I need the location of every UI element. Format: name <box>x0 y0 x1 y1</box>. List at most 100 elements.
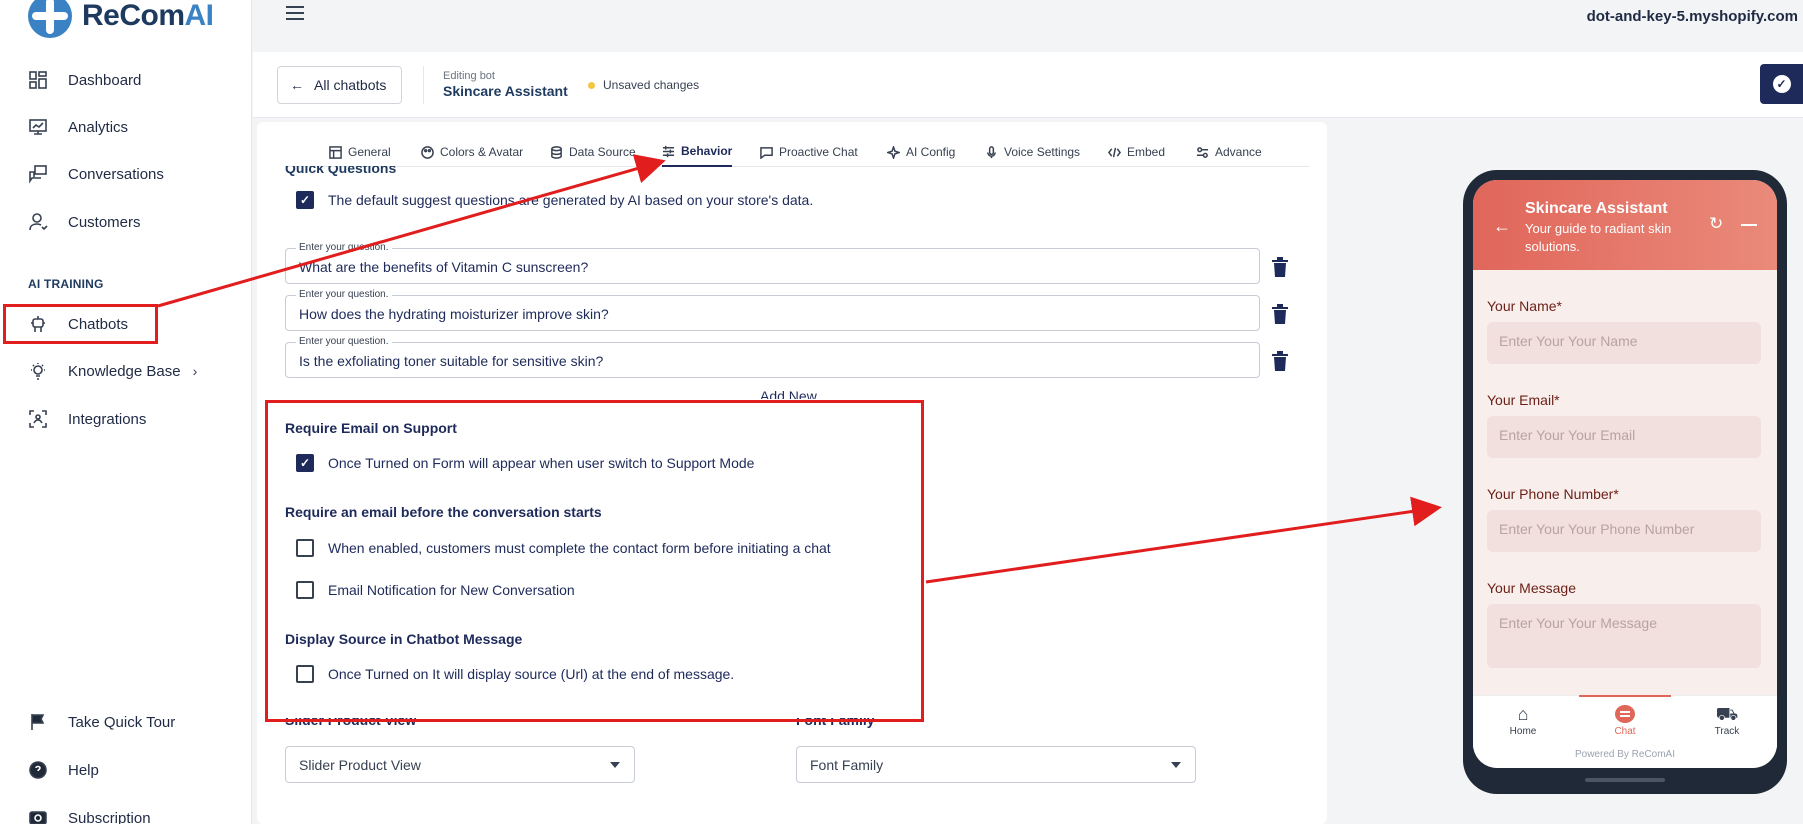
sliders-icon <box>662 145 675 157</box>
sidebar-item-chatbots[interactable]: Chatbots <box>28 312 128 336</box>
question-value: Is the exfoliating toner suitable for se… <box>299 353 604 369</box>
sidebar-item-label: Customers <box>68 213 141 231</box>
sidebar-item-subscription[interactable]: Subscription <box>28 806 151 824</box>
name-field-label: Your Name* <box>1487 298 1562 314</box>
flag-icon <box>31 714 45 730</box>
default-questions-checkbox[interactable]: ✓ <box>296 191 314 209</box>
sidebar-item-customers[interactable]: Customers <box>28 210 141 234</box>
tab-advance[interactable]: Advance <box>1196 137 1262 167</box>
email-notification-checkbox-row[interactable]: Email Notification for New Conversation <box>296 581 575 599</box>
menu-icon[interactable] <box>286 6 304 24</box>
phone-input[interactable]: Enter Your Your Phone Number <box>1487 510 1761 552</box>
unsaved-label: Unsaved changes <box>603 78 700 92</box>
tab-embed[interactable]: Embed <box>1108 137 1165 167</box>
message-input[interactable]: Enter Your Your Message <box>1487 604 1761 668</box>
all-chatbots-label: All chatbots <box>314 77 387 93</box>
powered-by: Powered By ReComAI <box>1574 749 1676 760</box>
integrations-icon <box>29 410 47 428</box>
default-questions-checkbox-row[interactable]: ✓ The default suggest questions are gene… <box>296 191 813 209</box>
question-field-3[interactable]: Enter your question. Is the exfoliating … <box>285 336 1260 378</box>
email-field-label: Your Email* <box>1487 392 1560 408</box>
check-circle-icon: ✓ <box>1772 75 1791 93</box>
question-field-label: Enter your question. <box>296 242 392 253</box>
sidebar-item-integrations[interactable]: Integrations <box>28 407 146 431</box>
status-dot-icon <box>588 81 595 89</box>
question-value: What are the benefits of Vitamin C sunsc… <box>299 259 589 275</box>
email-input[interactable]: Enter Your Your Email <box>1487 416 1761 458</box>
sidebar-item-analytics[interactable]: Analytics <box>28 115 128 139</box>
refresh-icon[interactable]: ↻ <box>1709 214 1723 234</box>
tab-behavior[interactable]: Behavior <box>662 137 733 167</box>
header-divider <box>423 66 424 104</box>
chat-icon <box>1575 702 1675 726</box>
save-button[interactable]: ✓ <box>1760 64 1803 104</box>
chevron-right-icon[interactable]: › <box>193 363 198 379</box>
slider-product-view-select[interactable]: Slider Product View <box>285 746 635 783</box>
chevron-down-icon <box>610 762 620 768</box>
delete-question-3-button[interactable] <box>1272 351 1288 371</box>
slider-product-view-value: Slider Product View <box>299 756 421 773</box>
require-email-before-chat-title: Require an email before the conversation… <box>285 504 602 520</box>
pre-chat-form-label: When enabled, customers must complete th… <box>328 540 831 556</box>
question-value: How does the hydrating moisturizer impro… <box>299 306 609 322</box>
question-field-1[interactable]: Enter your question. What are the benefi… <box>285 242 1260 284</box>
delete-question-1-button[interactable] <box>1272 257 1288 277</box>
sidebar-item-label: Dashboard <box>68 71 142 89</box>
pre-chat-form-checkbox-row[interactable]: When enabled, customers must complete th… <box>296 539 831 557</box>
chat-nav-track[interactable]: ⛟ Track <box>1677 702 1777 737</box>
logo[interactable]: ReComAI <box>28 0 214 38</box>
microphone-icon <box>987 145 996 158</box>
support-email-checkbox-row[interactable]: ✓ Once Turned on Form will appear when u… <box>296 454 754 472</box>
tab-general[interactable]: General <box>329 137 391 167</box>
arrow-left-icon[interactable]: ← <box>1493 216 1511 237</box>
support-email-label: Once Turned on Form will appear when use… <box>328 455 755 471</box>
display-source-checkbox[interactable] <box>296 665 314 683</box>
default-questions-label: The default suggest questions are genera… <box>328 192 814 208</box>
chat-nav-chat[interactable]: Chat <box>1575 695 1675 737</box>
tab-ai-config[interactable]: AI Config <box>887 137 955 167</box>
phone-home-indicator <box>1585 778 1665 782</box>
all-chatbots-button[interactable]: ← All chatbots <box>277 66 402 104</box>
minimize-icon[interactable] <box>1741 224 1757 226</box>
analytics-icon <box>29 119 47 135</box>
sidebar-item-label: Conversations <box>68 165 164 183</box>
dashboard-icon <box>29 71 47 89</box>
question-field-2[interactable]: Enter your question. How does the hydrat… <box>285 289 1260 331</box>
pre-chat-form-checkbox[interactable] <box>296 539 314 557</box>
support-email-checkbox[interactable]: ✓ <box>296 454 314 472</box>
require-email-support-title: Require Email on Support <box>285 420 457 436</box>
editing-bot-label: Editing bot <box>443 70 495 82</box>
font-family-select[interactable]: Font Family <box>796 746 1196 783</box>
home-icon: ⌂ <box>1517 704 1529 724</box>
name-input[interactable]: Enter Your Your Name <box>1487 322 1761 364</box>
tab-voice-settings[interactable]: Voice Settings <box>985 137 1080 167</box>
tab-proactive-chat[interactable]: Proactive Chat <box>760 137 858 167</box>
phone-field-label: Your Phone Number* <box>1487 486 1619 502</box>
tab-colors-avatar[interactable]: Colors & Avatar <box>421 137 523 167</box>
chat-nav-home[interactable]: ⌂ Home <box>1473 702 1573 737</box>
email-notification-checkbox[interactable] <box>296 581 314 599</box>
tab-data-source[interactable]: Data Source <box>550 137 636 167</box>
delete-question-2-button[interactable] <box>1272 304 1288 324</box>
sidebar-item-label: Chatbots <box>68 315 129 333</box>
robot-icon <box>31 316 45 332</box>
display-source-title: Display Source in Chatbot Message <box>285 631 523 647</box>
conversations-icon <box>29 165 47 184</box>
shop-domain: dot-and-key-5.myshopify.com <box>1586 8 1798 25</box>
chevron-down-icon <box>1171 762 1181 768</box>
chatbot-preview-screen: ← Skincare Assistant Your guide to radia… <box>1473 180 1777 768</box>
message-square-icon <box>760 146 773 159</box>
sidebar-item-quick-tour[interactable]: Take Quick Tour <box>28 710 175 734</box>
sidebar-item-label: Subscription <box>68 809 151 824</box>
sidebar-item-knowledge-base[interactable]: Knowledge Base › <box>28 359 197 383</box>
chatbot-preview-phone: ← Skincare Assistant Your guide to radia… <box>1463 170 1787 794</box>
sidebar-item-label: Help <box>68 761 99 779</box>
layout-icon <box>329 145 342 159</box>
sidebar-item-dashboard[interactable]: Dashboard <box>28 68 141 92</box>
sidebar-item-label: Take Quick Tour <box>68 713 176 731</box>
sidebar-item-help[interactable]: Help <box>28 758 99 782</box>
sparkles-icon <box>887 145 900 159</box>
display-source-checkbox-row[interactable]: Once Turned on It will display source (U… <box>296 665 734 683</box>
help-icon <box>29 761 47 779</box>
sidebar-item-conversations[interactable]: Conversations <box>28 162 164 186</box>
